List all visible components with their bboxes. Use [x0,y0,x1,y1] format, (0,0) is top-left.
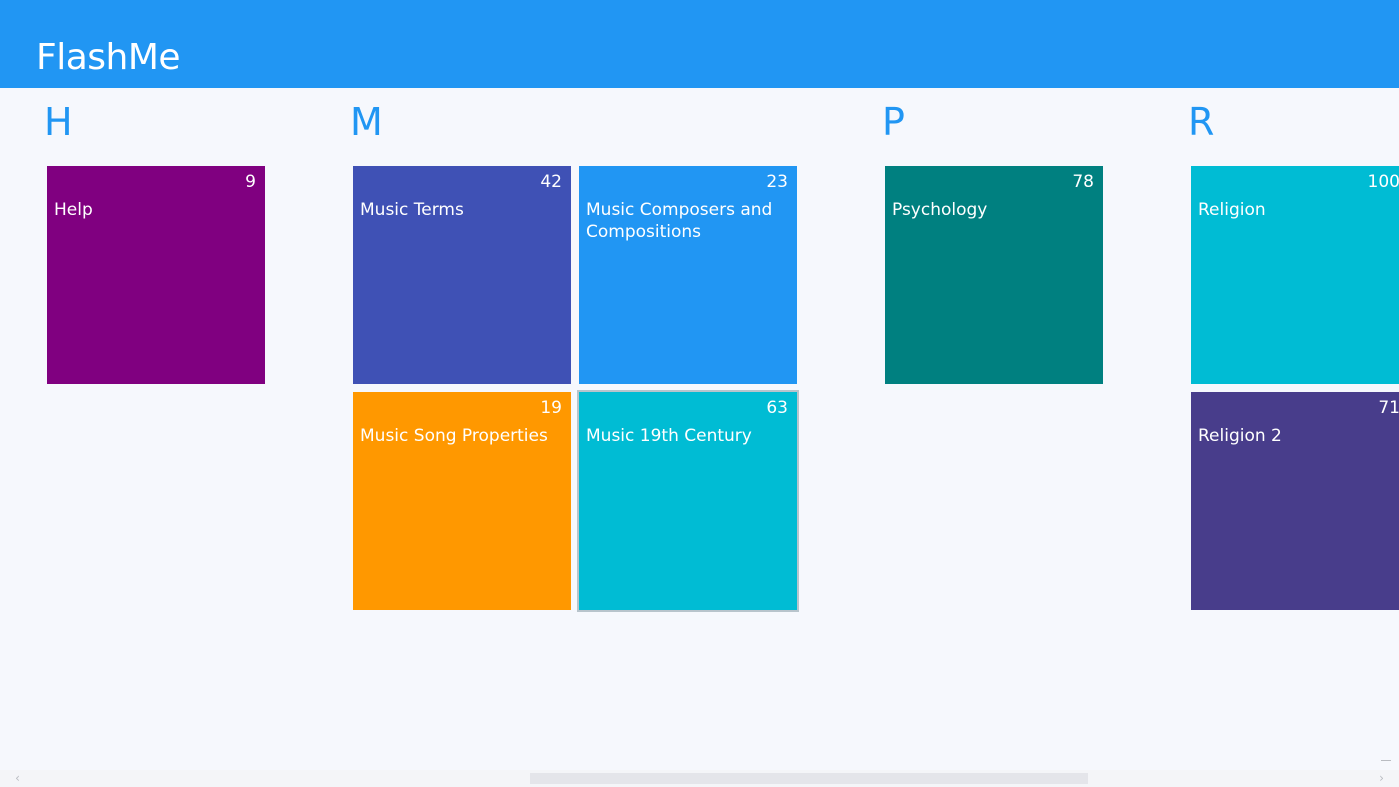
card-count: 71 [1378,398,1399,418]
horizontal-scrollbar[interactable]: ‹ › [0,770,1399,787]
chevron-left-icon[interactable]: ‹ [9,770,26,787]
deck-tile-music-composers[interactable]: 23 Music Composers and Compositions [579,166,797,384]
deck-title: Help [54,200,93,220]
deck-tile-music-19th-century[interactable]: 63 Music 19th Century [577,390,799,612]
card-count: 19 [540,398,562,418]
deck-tile-music-terms[interactable]: 42 Music Terms [353,166,571,384]
deck-tile-religion[interactable]: 100 Religion [1191,166,1399,384]
group-header-m[interactable]: M [350,100,383,144]
card-count: 78 [1072,172,1094,192]
card-count: 9 [245,172,256,192]
card-count: 23 [766,172,788,192]
card-count: 100 [1367,172,1399,192]
deck-tile-religion-2[interactable]: 71 Religion 2 [1191,392,1399,610]
flashme-app: FlashMe H 9 Help M 42 Music Terms 23 Mus… [0,0,1399,787]
deck-title: Religion [1198,200,1266,220]
deck-title: Psychology [892,200,988,220]
deck-title: Music Terms [360,200,464,220]
deck-tile-help[interactable]: 9 Help [47,166,265,384]
deck-title: Music Song Properties [360,426,548,446]
group-header-p[interactable]: P [882,100,905,144]
app-title: FlashMe [36,37,181,78]
card-count: 63 [766,398,788,418]
deck-title: Religion 2 [1198,426,1282,446]
deck-title: Music 19th Century [586,426,752,446]
scrollbar-thumb[interactable] [530,773,1088,784]
scroll-minimize-icon[interactable] [1381,760,1391,761]
deck-tile-psychology[interactable]: 78 Psychology [885,166,1103,384]
deck-title: Music Composers and Compositions [586,200,773,242]
app-header: FlashMe [0,0,1399,88]
deck-tile-music-song-properties[interactable]: 19 Music Song Properties [353,392,571,610]
group-header-r[interactable]: R [1188,100,1214,144]
group-header-h[interactable]: H [44,100,73,144]
chevron-right-icon[interactable]: › [1373,770,1390,787]
card-count: 42 [540,172,562,192]
